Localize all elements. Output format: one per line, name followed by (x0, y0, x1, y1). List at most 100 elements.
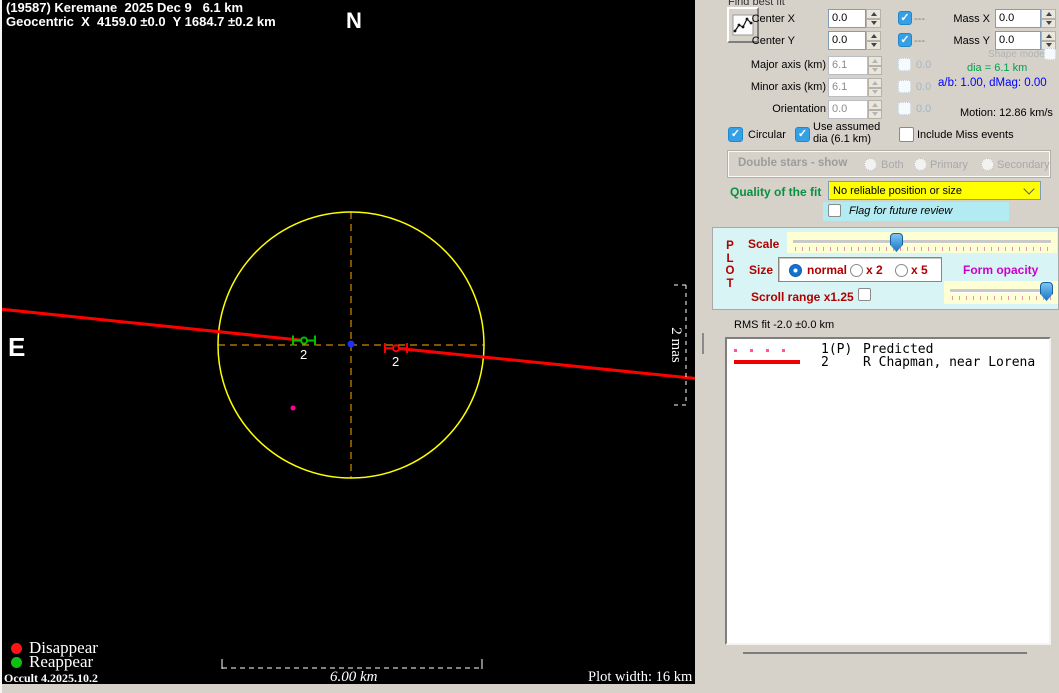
list-hscroll-track[interactable] (743, 652, 1027, 654)
mass-x-label: Mass X (950, 13, 990, 25)
double-stars-primary-radio[interactable] (914, 158, 927, 171)
size-x2-radio[interactable] (850, 264, 863, 277)
major-axis-spinner[interactable] (868, 56, 882, 75)
center-y-spinner[interactable] (866, 31, 881, 50)
scale-slider-track (793, 240, 1051, 243)
predicted-line-swatch (734, 349, 798, 352)
include-miss-checkbox[interactable] (899, 127, 914, 142)
plot-title-line1: (19587) Keremane 2025 Dec 9 6.1 km (6, 0, 243, 15)
orientation-spinner[interactable] (868, 100, 882, 119)
scroll-range-checkbox[interactable] (858, 288, 871, 301)
flag-review-checkbox[interactable] (828, 204, 841, 217)
app-version-label: Occult 4.2025.10.2 (4, 671, 98, 684)
size-x2-label: x 2 (866, 263, 883, 277)
chord-row-2-id[interactable]: 2 (821, 356, 829, 369)
orientation-input[interactable]: 0.0 (828, 100, 868, 119)
occult-fit-window: { "plot": { "title_line1": "(19587) Kere… (0, 0, 1059, 693)
mass-y-label: Mass Y (950, 35, 990, 47)
center-x-label: Center X (735, 13, 795, 25)
reappear-marker (293, 336, 315, 346)
size-x5-label: x 5 (911, 263, 928, 277)
disappear-dot-icon (11, 643, 22, 654)
splitter-handle[interactable] (702, 333, 704, 354)
quality-label: Quality of the fit (730, 185, 821, 199)
scroll-range-label: Scroll range x1.25 (751, 290, 854, 304)
center-y-label: Center Y (735, 35, 795, 47)
circular-checkbox[interactable]: ✓ (728, 127, 743, 142)
rms-fit-label: RMS fit -2.0 ±0.0 km (734, 319, 834, 331)
plot-vertical-label: PL OT (725, 240, 735, 290)
ab-dmag-label: a/b: 1.00, dMag: 0.00 (938, 77, 1047, 89)
double-stars-group: Double stars - show Both Primary Seconda… (727, 150, 1051, 178)
km-scale-bar (222, 659, 482, 669)
minor-axis-spinner[interactable] (868, 78, 882, 97)
chord-line-swatch (734, 360, 800, 364)
major-axis-label: Major axis (km) (744, 59, 826, 71)
center-y-checkbox[interactable]: ✓ (898, 33, 912, 47)
scale-slider[interactable] (787, 232, 1057, 253)
east-label: E (8, 332, 25, 363)
double-stars-both-radio[interactable] (864, 158, 877, 171)
chord-label-reappear: 2 (300, 347, 307, 362)
center-x-input[interactable]: 0.0 (828, 9, 866, 28)
dia-label: dia = 6.1 km (967, 62, 1027, 74)
minor-axis-input[interactable]: 6.1 (828, 78, 868, 97)
mass-x-spinner[interactable] (1041, 9, 1056, 28)
orientation-checkbox[interactable] (898, 102, 911, 115)
form-opacity-slider[interactable] (944, 281, 1058, 304)
major-axis-checkbox[interactable] (898, 58, 911, 71)
orientation-label: Orientation (744, 103, 826, 115)
minor-axis-label: Minor axis (km) (744, 81, 826, 93)
size-label: Size (749, 263, 773, 277)
chevron-down-icon (1023, 183, 1034, 194)
center-y-dash-label: --- (914, 35, 925, 47)
mass-y-input[interactable]: 0.0 (995, 31, 1041, 50)
chord-line-left (2, 309, 304, 341)
occultation-plot-canvas: 2 2 2 mas (19587) Keremane 2025 Dec 9 6.… (2, 0, 695, 684)
chord-line-right (396, 348, 695, 378)
north-label: N (346, 8, 362, 34)
orientation-aux-value: 0.0 (916, 103, 931, 115)
minor-axis-aux-value: 0.0 (916, 81, 931, 93)
use-assumed-checkbox[interactable]: ✓ (795, 127, 810, 142)
geocentre-dot (348, 341, 355, 348)
mas-scale-label: 2 mas (668, 327, 684, 363)
major-axis-input[interactable]: 6.1 (828, 56, 868, 75)
shape-model-checkbox[interactable] (1044, 48, 1056, 60)
size-normal-label: normal (807, 263, 847, 277)
plot-graphics: 2 2 2 mas (2, 0, 695, 684)
legend-reappear-label: Reappear (29, 655, 93, 669)
scale-slider-ticks (795, 247, 1051, 251)
reappear-dot-icon (11, 657, 22, 668)
shape-model-label: Shape model (988, 49, 1047, 60)
plot-width-label: Plot width: 16 km (588, 669, 692, 684)
scale-label: Scale (748, 237, 779, 251)
double-stars-both-label: Both (881, 159, 904, 171)
major-axis-aux-value: 0.0 (916, 59, 931, 71)
size-normal-radio[interactable] (789, 264, 802, 277)
center-y-input[interactable]: 0.0 (828, 31, 866, 50)
chord-row-2-name[interactable]: R Chapman, near Lorena (863, 356, 1035, 369)
circular-label: Circular (748, 129, 786, 141)
double-stars-primary-label: Primary (930, 159, 968, 171)
center-x-checkbox[interactable]: ✓ (898, 11, 912, 25)
form-opacity-ticks (952, 296, 1052, 300)
quality-dropdown[interactable]: No reliable position or size (828, 181, 1041, 200)
size-radio-group: normal x 2 x 5 (778, 257, 942, 282)
legend-reappear: Reappear (11, 655, 93, 669)
include-miss-label: Include Miss events (917, 129, 1014, 141)
center-x-spinner[interactable] (866, 9, 881, 28)
size-x5-radio[interactable] (895, 264, 908, 277)
flag-review-label: Flag for future review (849, 205, 952, 217)
plot-title: (19587) Keremane 2025 Dec 9 6.1 kmGeocen… (6, 1, 276, 29)
km-scale-label: 6.00 km (330, 669, 378, 684)
chord-label-disappear: 2 (392, 354, 399, 369)
double-stars-secondary-radio[interactable] (981, 158, 994, 171)
double-stars-secondary-label: Secondary (997, 159, 1050, 171)
minor-axis-checkbox[interactable] (898, 80, 911, 93)
form-opacity-label: Form opacity (963, 263, 1038, 277)
double-stars-label: Double stars - show (738, 157, 847, 169)
chord-listbox[interactable]: 1(P) Predicted 2 R Chapman, near Lorena (725, 337, 1051, 645)
mass-x-input[interactable]: 0.0 (995, 9, 1041, 28)
quality-value: No reliable position or size (829, 185, 1025, 197)
